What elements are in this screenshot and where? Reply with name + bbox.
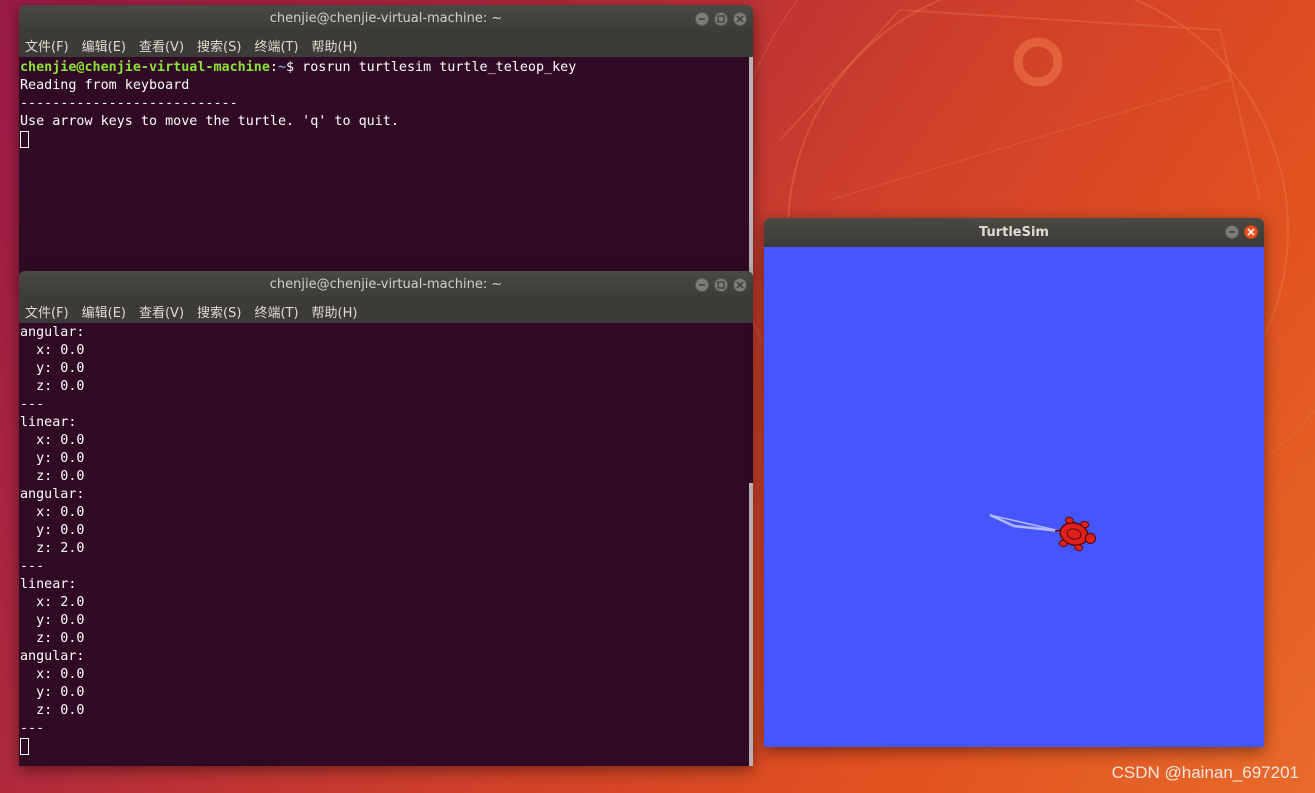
terminal-output[interactable]: angular: x: 0.0 y: 0.0 z: 0.0 --- linear: …: [19, 323, 753, 766]
output-line: y: 0.0: [20, 685, 85, 700]
turtle-scene: [989, 513, 1097, 552]
output-line: y: 0.0: [20, 451, 85, 466]
menu-edit[interactable]: 编辑(E): [82, 36, 126, 55]
output-line: x: 0.0: [20, 433, 85, 448]
maximize-icon: [717, 15, 725, 23]
command-text: $ rosrun turtlesim turtle_teleop_key: [286, 60, 577, 75]
output-line: z: 0.0: [20, 379, 85, 394]
output-line: Reading from keyboard: [20, 78, 190, 93]
prompt-user: chenjie@chenjie-virtual-machine: [20, 60, 270, 75]
output-line: angular:: [20, 325, 85, 340]
output-line: x: 2.0: [20, 595, 85, 610]
menu-help[interactable]: 帮助(H): [312, 302, 358, 321]
window-title: chenjie@chenjie-virtual-machine: ~: [269, 277, 503, 292]
output-line: linear:: [20, 577, 77, 592]
terminal-window-bottom[interactable]: chenjie@chenjie-virtual-machine: ~ 文件(F)…: [19, 271, 753, 766]
output-line: x: 0.0: [20, 667, 85, 682]
output-line: ---: [20, 559, 45, 574]
title-bar[interactable]: chenjie@chenjie-virtual-machine: ~: [19, 271, 753, 299]
output-line: Use arrow keys to move the turtle. 'q' t…: [20, 114, 399, 129]
minimize-button[interactable]: [695, 278, 709, 292]
menu-terminal[interactable]: 终端(T): [254, 302, 298, 321]
output-line: linear:: [20, 415, 77, 430]
menu-bar: 文件(F) 编辑(E) 查看(V) 搜索(S) 终端(T) 帮助(H): [19, 299, 753, 323]
close-button[interactable]: [1244, 225, 1258, 239]
scrollbar[interactable]: [749, 323, 753, 766]
menu-bar: 文件(F) 编辑(E) 查看(V) 搜索(S) 终端(T) 帮助(H): [19, 33, 753, 57]
turtlesim-window[interactable]: TurtleSim: [764, 218, 1264, 747]
title-bar[interactable]: chenjie@chenjie-virtual-machine: ~: [19, 5, 753, 33]
scrollbar-thumb[interactable]: [749, 483, 753, 766]
command-line: chenjie@chenjie-virtual-machine:~$ rosru…: [20, 59, 753, 77]
close-button[interactable]: [733, 278, 747, 292]
minimize-icon: [699, 18, 705, 20]
minimize-icon: [1229, 231, 1235, 233]
minimize-button[interactable]: [1225, 225, 1239, 239]
scrollbar-thumb[interactable]: [749, 57, 753, 275]
close-button[interactable]: [733, 12, 747, 26]
watermark: CSDN @hainan_697201: [1111, 763, 1299, 782]
turtlesim-canvas: [764, 247, 1264, 747]
output-line: z: 2.0: [20, 541, 85, 556]
output-line: angular:: [20, 649, 85, 664]
menu-edit[interactable]: 编辑(E): [82, 302, 126, 321]
maximize-button[interactable]: [714, 278, 728, 292]
output-line: ---: [20, 721, 45, 736]
text-cursor: [20, 738, 29, 755]
menu-terminal[interactable]: 终端(T): [254, 36, 298, 55]
text-cursor: [20, 131, 29, 148]
window-title: TurtleSim: [979, 225, 1049, 240]
scrollbar[interactable]: [749, 57, 753, 275]
output-line: z: 0.0: [20, 469, 85, 484]
close-icon: [736, 15, 744, 23]
minimize-button[interactable]: [695, 12, 709, 26]
terminal-output[interactable]: chenjie@chenjie-virtual-machine:~$ rosru…: [19, 57, 753, 275]
output-line: y: 0.0: [20, 361, 85, 376]
close-icon: [1247, 228, 1255, 236]
menu-file[interactable]: 文件(F): [25, 302, 69, 321]
menu-view[interactable]: 查看(V): [139, 36, 184, 55]
output-line: x: 0.0: [20, 343, 85, 358]
title-bar[interactable]: TurtleSim: [764, 218, 1264, 247]
maximize-icon: [717, 281, 725, 289]
window-title: chenjie@chenjie-virtual-machine: ~: [269, 11, 503, 26]
output-line: x: 0.0: [20, 505, 85, 520]
turtle-icon: [1055, 516, 1097, 552]
output-lines: angular: x: 0.0 y: 0.0 z: 0.0 --- linear: …: [20, 324, 753, 738]
maximize-button[interactable]: [714, 12, 728, 26]
menu-file[interactable]: 文件(F): [25, 36, 69, 55]
terminal-window-top[interactable]: chenjie@chenjie-virtual-machine: ~ 文件(F)…: [19, 5, 753, 275]
menu-search[interactable]: 搜索(S): [197, 302, 241, 321]
output-line: z: 0.0: [20, 703, 85, 718]
menu-search[interactable]: 搜索(S): [197, 36, 241, 55]
prompt-path: ~: [277, 60, 287, 75]
menu-help[interactable]: 帮助(H): [312, 36, 358, 55]
output-line: y: 0.0: [20, 523, 85, 538]
close-icon: [736, 281, 744, 289]
menu-view[interactable]: 查看(V): [139, 302, 184, 321]
output-line: y: 0.0: [20, 613, 85, 628]
output-line: z: 0.0: [20, 631, 85, 646]
output-line: angular:: [20, 487, 85, 502]
output-line: ---------------------------: [20, 96, 238, 111]
prompt-separator: :: [269, 60, 278, 75]
output-line: ---: [20, 397, 45, 412]
minimize-icon: [699, 284, 705, 286]
